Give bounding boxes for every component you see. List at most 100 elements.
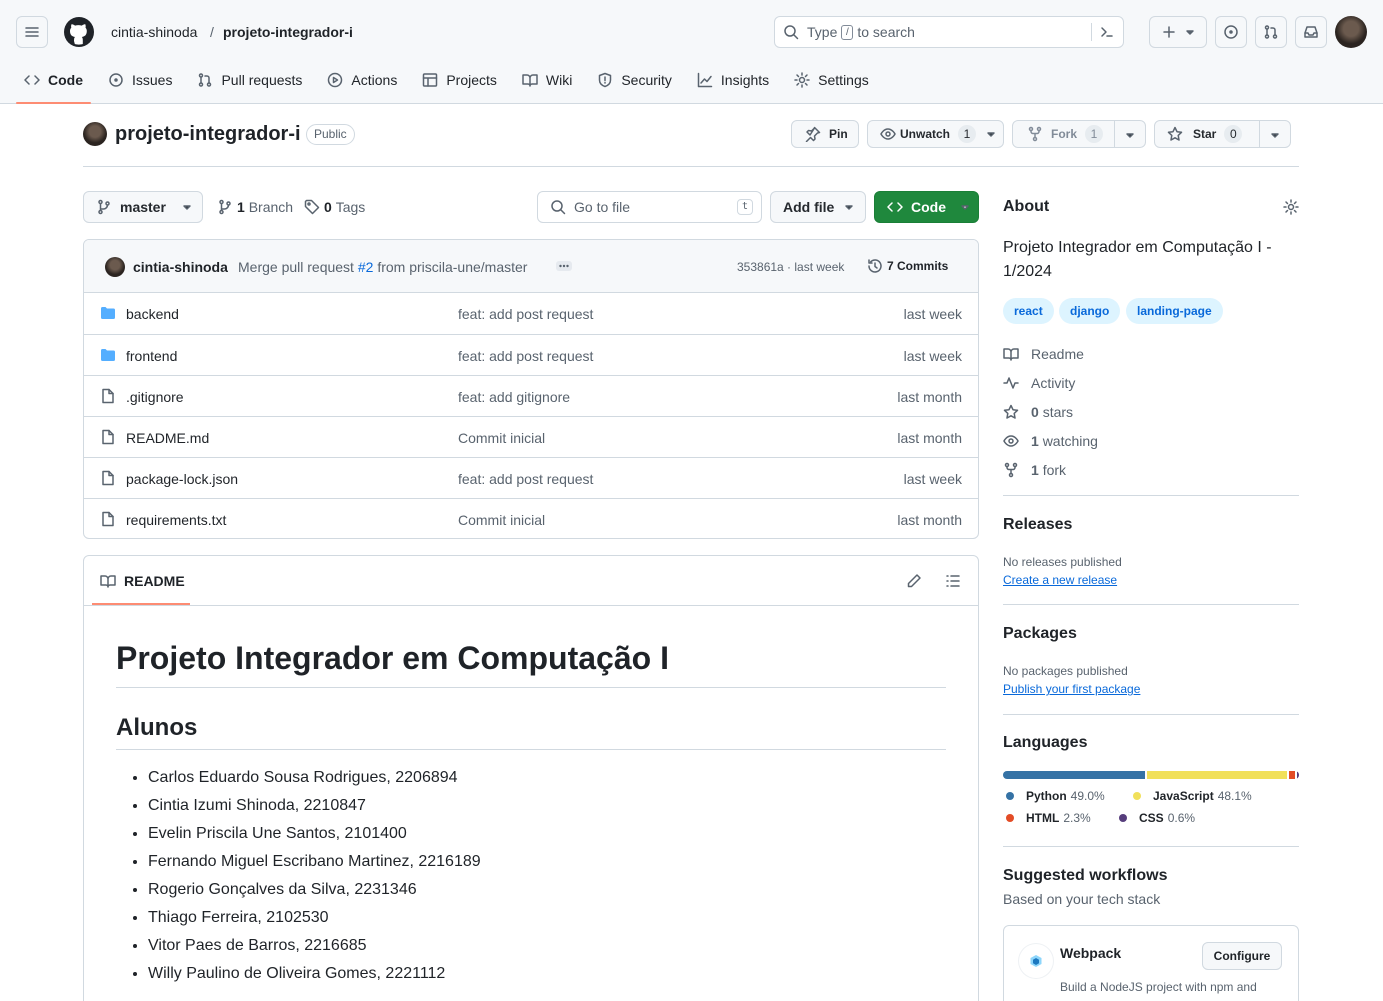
sidebar-divider <box>1003 714 1299 715</box>
inbox-button[interactable] <box>1295 16 1327 48</box>
unwatch-button[interactable]: Unwatch 1 <box>867 120 1004 148</box>
create-new-button[interactable] <box>1149 16 1207 48</box>
language-item[interactable]: CSS 0.6% <box>1119 811 1195 825</box>
pull-request-icon <box>199 73 212 87</box>
topic-tag[interactable]: landing-page <box>1126 298 1223 324</box>
language-item[interactable]: HTML 2.3% <box>1006 811 1091 825</box>
split-divider <box>1114 121 1115 147</box>
branches-link[interactable]: 1 Branch <box>217 199 293 215</box>
language-segment-css[interactable] <box>1297 771 1299 779</box>
commit-message[interactable]: Merge pull request #2 from priscila-une/… <box>238 259 527 275</box>
stars-link[interactable]: 0 stars <box>1003 404 1073 420</box>
file-name[interactable]: README.md <box>126 430 209 446</box>
configure-workflow-button[interactable]: Configure <box>1202 942 1282 970</box>
language-item[interactable]: JavaScript 48.1% <box>1133 789 1252 803</box>
tab-insights[interactable]: Insights <box>689 64 777 96</box>
file-row[interactable]: package-lock.json feat: add post request l… <box>84 457 978 498</box>
pull-requests-button[interactable] <box>1255 16 1287 48</box>
branch-selector[interactable]: master <box>83 191 203 223</box>
file-row[interactable]: README.md Commit inicial last month <box>84 416 978 457</box>
file-icon <box>102 511 114 527</box>
list-outline-icon[interactable] <box>945 573 961 589</box>
topic-tag[interactable]: django <box>1059 298 1121 324</box>
tab-actions[interactable]: Actions <box>319 64 405 96</box>
file-commit-message[interactable]: feat: add gitignore <box>458 389 570 405</box>
branch-count: 1 <box>237 199 245 215</box>
caret-down-icon[interactable] <box>1125 127 1135 143</box>
readme-tab[interactable]: README <box>100 573 185 589</box>
language-percent: 0.6% <box>1167 811 1196 825</box>
commits-history-link[interactable]: 7 Commits <box>867 258 948 274</box>
file-name[interactable]: frontend <box>126 348 177 364</box>
language-segment-python[interactable] <box>1003 771 1146 779</box>
star-button[interactable]: Star 0 <box>1154 120 1291 148</box>
tab-pull-requests[interactable]: Pull requests <box>189 64 310 96</box>
tab-issues[interactable]: Issues <box>100 64 180 96</box>
commit-author[interactable]: cintia-shinoda <box>133 259 228 275</box>
github-logo-icon[interactable] <box>63 16 95 48</box>
language-segment-javascript[interactable] <box>1147 771 1287 779</box>
repo-description: Projeto Integrador em Computação I - 1/2… <box>1003 239 1272 280</box>
topic-tag[interactable]: react <box>1003 298 1054 324</box>
commit-meta[interactable]: 353861a · last week <box>737 260 844 274</box>
tab-wiki[interactable]: Wiki <box>514 64 580 96</box>
readme-link[interactable]: Readme <box>1003 346 1084 362</box>
file-row[interactable]: requirements.txt Commit inicial last month <box>84 498 978 538</box>
add-file-button[interactable]: Add file <box>770 191 866 223</box>
code-dropdown-button[interactable]: Code <box>874 191 979 223</box>
sidebar-divider <box>1003 604 1299 605</box>
caret-down-icon[interactable] <box>1270 127 1280 143</box>
file-row[interactable]: backend feat: add post request last week <box>84 293 978 334</box>
issues-button[interactable] <box>1215 16 1247 48</box>
file-commit-message[interactable]: feat: add post request <box>458 306 593 322</box>
commit-pr-link[interactable]: #2 <box>358 259 374 275</box>
commit-author-avatar[interactable] <box>105 257 125 277</box>
tab-code[interactable]: Code <box>16 64 91 104</box>
breadcrumb-repo[interactable]: projeto-integrador-i <box>223 24 353 40</box>
tab-security[interactable]: Security <box>589 64 680 96</box>
fork-button[interactable]: Fork 1 <box>1012 120 1146 148</box>
watching-link[interactable]: 1 watching <box>1003 433 1098 449</box>
breadcrumb-owner[interactable]: cintia-shinoda <box>111 24 197 40</box>
file-commit-message[interactable]: feat: add post request <box>458 471 593 487</box>
language-segment-html[interactable] <box>1288 771 1296 779</box>
releases-heading[interactable]: Releases <box>1003 516 1072 534</box>
readme-header: README <box>84 556 978 606</box>
file-name[interactable]: requirements.txt <box>126 512 226 528</box>
file-row[interactable]: .gitignore feat: add gitignore last month <box>84 375 978 416</box>
file-commit-message[interactable]: feat: add post request <box>458 348 593 364</box>
tab-projects[interactable]: Projects <box>414 64 505 96</box>
pin-button[interactable]: Pin <box>791 120 859 148</box>
forks-link[interactable]: 1 fork <box>1003 462 1066 478</box>
file-commit-message[interactable]: Commit inicial <box>458 512 545 528</box>
play-icon <box>328 72 343 88</box>
file-name[interactable]: .gitignore <box>126 389 184 405</box>
expand-commit-button[interactable] <box>556 261 572 271</box>
pencil-icon[interactable] <box>906 573 922 589</box>
file-row[interactable]: frontend feat: add post request last week <box>84 334 978 375</box>
command-palette-icon[interactable] <box>1099 24 1115 40</box>
tab-settings[interactable]: Settings <box>786 64 877 96</box>
issue-icon <box>109 73 123 87</box>
tags-link[interactable]: 0 Tags <box>304 199 365 215</box>
publish-package-link[interactable]: Publish your first package <box>1003 682 1140 696</box>
file-commit-message[interactable]: Commit inicial <box>458 430 545 446</box>
go-to-file-input[interactable]: Go to file t <box>537 191 762 223</box>
activity-link[interactable]: Activity <box>1003 375 1075 391</box>
file-name[interactable]: backend <box>126 306 179 322</box>
global-search-input[interactable]: Type / to search <box>774 16 1124 48</box>
sidebar-divider <box>1003 495 1299 496</box>
gear-icon[interactable] <box>1283 199 1299 215</box>
packages-heading[interactable]: Packages <box>1003 625 1077 643</box>
create-release-link[interactable]: Create a new release <box>1003 573 1117 587</box>
menu-button[interactable] <box>16 16 48 48</box>
search-prefix: Type <box>807 24 838 40</box>
user-avatar[interactable] <box>1335 16 1367 48</box>
split-divider <box>1259 121 1260 147</box>
owner-avatar[interactable] <box>83 122 107 146</box>
tag-icon <box>304 199 320 215</box>
file-commit-date: last week <box>903 471 962 487</box>
repo-title[interactable]: projeto-integrador-i <box>115 123 301 146</box>
language-item[interactable]: Python 49.0% <box>1006 789 1105 803</box>
file-name[interactable]: package-lock.json <box>126 471 238 487</box>
